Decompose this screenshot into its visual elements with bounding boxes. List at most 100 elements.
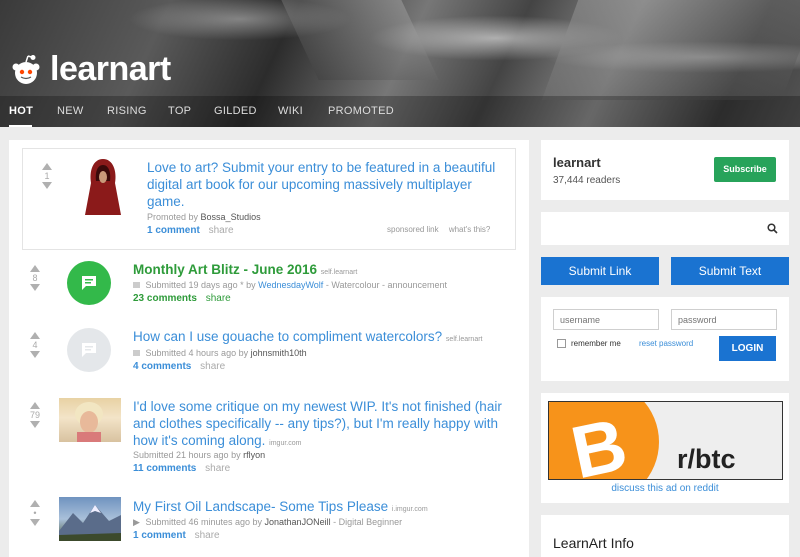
reader-count: 37,444 readers xyxy=(553,175,621,186)
post-meta: Promoted by Bossa_Studios xyxy=(147,212,261,222)
upvote-arrow-icon[interactable] xyxy=(42,163,52,170)
post-domain[interactable]: self.learnart xyxy=(446,336,483,343)
downvote-arrow-icon[interactable] xyxy=(30,519,40,526)
post-thumbnail[interactable] xyxy=(59,398,121,442)
username-field[interactable] xyxy=(553,309,659,330)
self-post-thumbnail[interactable] xyxy=(67,261,111,305)
comments-link[interactable]: 1 comment xyxy=(147,225,200,236)
post-score: • xyxy=(33,508,37,518)
upvote-arrow-icon[interactable] xyxy=(30,332,40,339)
password-field[interactable] xyxy=(671,309,777,330)
landscape-image xyxy=(59,505,121,541)
tab-promoted[interactable]: PROMOTED xyxy=(328,105,394,117)
post-score: 1 xyxy=(44,171,50,181)
post-meta: Submitted 21 hours ago by rflyon xyxy=(133,450,266,460)
post-actions: 11 comments share xyxy=(133,463,230,474)
post-domain[interactable]: self.learnart xyxy=(321,269,358,276)
post-meta: ▶ Submitted 46 minutes ago by JonathanJO… xyxy=(133,517,403,527)
self-post-thumbnail[interactable] xyxy=(67,328,111,372)
upvote-arrow-icon[interactable] xyxy=(30,265,40,272)
ad-headline: r/btc xyxy=(677,444,736,474)
comments-link[interactable]: 4 comments xyxy=(133,361,191,372)
upvote-arrow-icon[interactable] xyxy=(30,500,40,507)
bitcoin-ad-banner[interactable]: B r/btc xyxy=(548,401,783,480)
tab-top[interactable]: TOP xyxy=(168,105,191,117)
expand-icon[interactable] xyxy=(133,282,140,288)
discuss-ad-link[interactable]: discuss this ad on reddit xyxy=(541,483,789,494)
post-title[interactable]: My First Oil Landscape- Some Tips Please… xyxy=(133,498,428,518)
share-link[interactable]: share xyxy=(209,225,234,236)
subreddit-info-card: learnart 37,444 readers Subscribe xyxy=(541,140,789,200)
vote-controls: • xyxy=(25,500,45,526)
post-list: 1 Love to art? Submit your entry to be f… xyxy=(9,140,529,557)
promoted-post: 1 Love to art? Submit your entry to be f… xyxy=(22,148,516,250)
post-title[interactable]: How can I use gouache to compliment wate… xyxy=(133,328,483,348)
author-link[interactable]: rflyon xyxy=(243,450,265,460)
post-meta: Submitted 19 days ago * by WednesdayWolf… xyxy=(133,280,447,290)
downvote-arrow-icon[interactable] xyxy=(30,351,40,358)
post-title[interactable]: Love to art? Submit your entry to be fea… xyxy=(147,159,497,210)
post-actions: 1 comment share xyxy=(133,530,220,541)
chat-bubble-icon xyxy=(82,276,96,290)
comments-link[interactable]: 11 comments xyxy=(133,463,196,474)
post-actions: 23 comments share xyxy=(133,293,231,304)
post-meta: Submitted 4 hours ago by johnsmith10th xyxy=(133,348,307,358)
downvote-arrow-icon[interactable] xyxy=(30,284,40,291)
whats-this-link[interactable]: what's this? xyxy=(449,225,491,234)
remember-me-label: remember me xyxy=(571,339,621,348)
chat-bubble-icon xyxy=(82,343,96,357)
share-link[interactable]: share xyxy=(206,293,231,304)
vote-controls: 8 xyxy=(25,265,45,291)
share-link[interactable]: share xyxy=(205,463,230,474)
reset-password-link[interactable]: reset password xyxy=(639,339,693,348)
author-link[interactable]: Bossa_Studios xyxy=(201,212,261,222)
tab-gilded[interactable]: GILDED xyxy=(214,105,257,117)
play-icon[interactable]: ▶ xyxy=(133,517,140,527)
tab-wiki[interactable]: WIKI xyxy=(278,105,303,117)
remember-me-checkbox[interactable] xyxy=(557,339,566,348)
tab-hot[interactable]: HOT xyxy=(9,105,33,117)
search-input[interactable] xyxy=(541,212,763,245)
share-link[interactable]: share xyxy=(200,361,225,372)
sponsored-ad: B r/btc discuss this ad on reddit xyxy=(541,393,789,503)
post-score: 79 xyxy=(29,410,40,420)
comments-link[interactable]: 1 comment xyxy=(133,530,186,541)
comments-link[interactable]: 23 comments xyxy=(133,293,197,304)
downvote-arrow-icon[interactable] xyxy=(30,421,40,428)
post-title[interactable]: I'd love some critique on my newest WIP.… xyxy=(133,398,517,452)
subreddit-info-box: LearnArt Info xyxy=(541,515,789,557)
post-score: 8 xyxy=(32,273,38,283)
post-score: 4 xyxy=(32,340,38,350)
vote-controls: 4 xyxy=(25,332,45,358)
bitcoin-icon: B xyxy=(549,402,659,479)
login-form: remember me reset password LOGIN xyxy=(541,297,789,381)
downvote-arrow-icon[interactable] xyxy=(42,182,52,189)
sidebar-subreddit-name: learnart xyxy=(553,155,601,170)
expand-icon[interactable] xyxy=(133,350,140,356)
search-box xyxy=(541,212,789,245)
post-actions: 1 comment share xyxy=(147,225,234,236)
info-title: LearnArt Info xyxy=(553,535,634,551)
login-button[interactable]: LOGIN xyxy=(719,336,776,361)
reddit-alien-icon[interactable] xyxy=(10,54,42,86)
tab-rising[interactable]: RISING xyxy=(107,105,147,117)
author-link[interactable]: johnsmith10th xyxy=(251,348,307,358)
portrait-image xyxy=(75,402,103,442)
subreddit-title[interactable]: learnart xyxy=(50,50,171,89)
share-link[interactable]: share xyxy=(195,530,220,541)
subscribe-button[interactable]: Subscribe xyxy=(714,157,776,182)
post-title[interactable]: Monthly Art Blitz - June 2016 self.learn… xyxy=(133,261,357,281)
submit-link-button[interactable]: Submit Link xyxy=(541,257,659,285)
author-link[interactable]: WednesdayWolf xyxy=(258,280,323,290)
search-icon[interactable] xyxy=(767,223,778,234)
author-link[interactable]: JonathanJONeill xyxy=(265,517,331,527)
upvote-arrow-icon[interactable] xyxy=(30,402,40,409)
tab-new[interactable]: NEW xyxy=(57,105,84,117)
post-thumbnail[interactable] xyxy=(59,497,121,541)
post-domain[interactable]: imgur.com xyxy=(269,440,301,447)
sort-tabs: HOT NEW RISING TOP GILDED WIKI PROMOTED xyxy=(0,96,800,127)
promo-thumbnail[interactable] xyxy=(79,157,127,219)
sponsored-label: sponsored link what's this? xyxy=(387,225,491,234)
submit-text-button[interactable]: Submit Text xyxy=(671,257,789,285)
post-domain[interactable]: i.imgur.com xyxy=(392,506,428,513)
